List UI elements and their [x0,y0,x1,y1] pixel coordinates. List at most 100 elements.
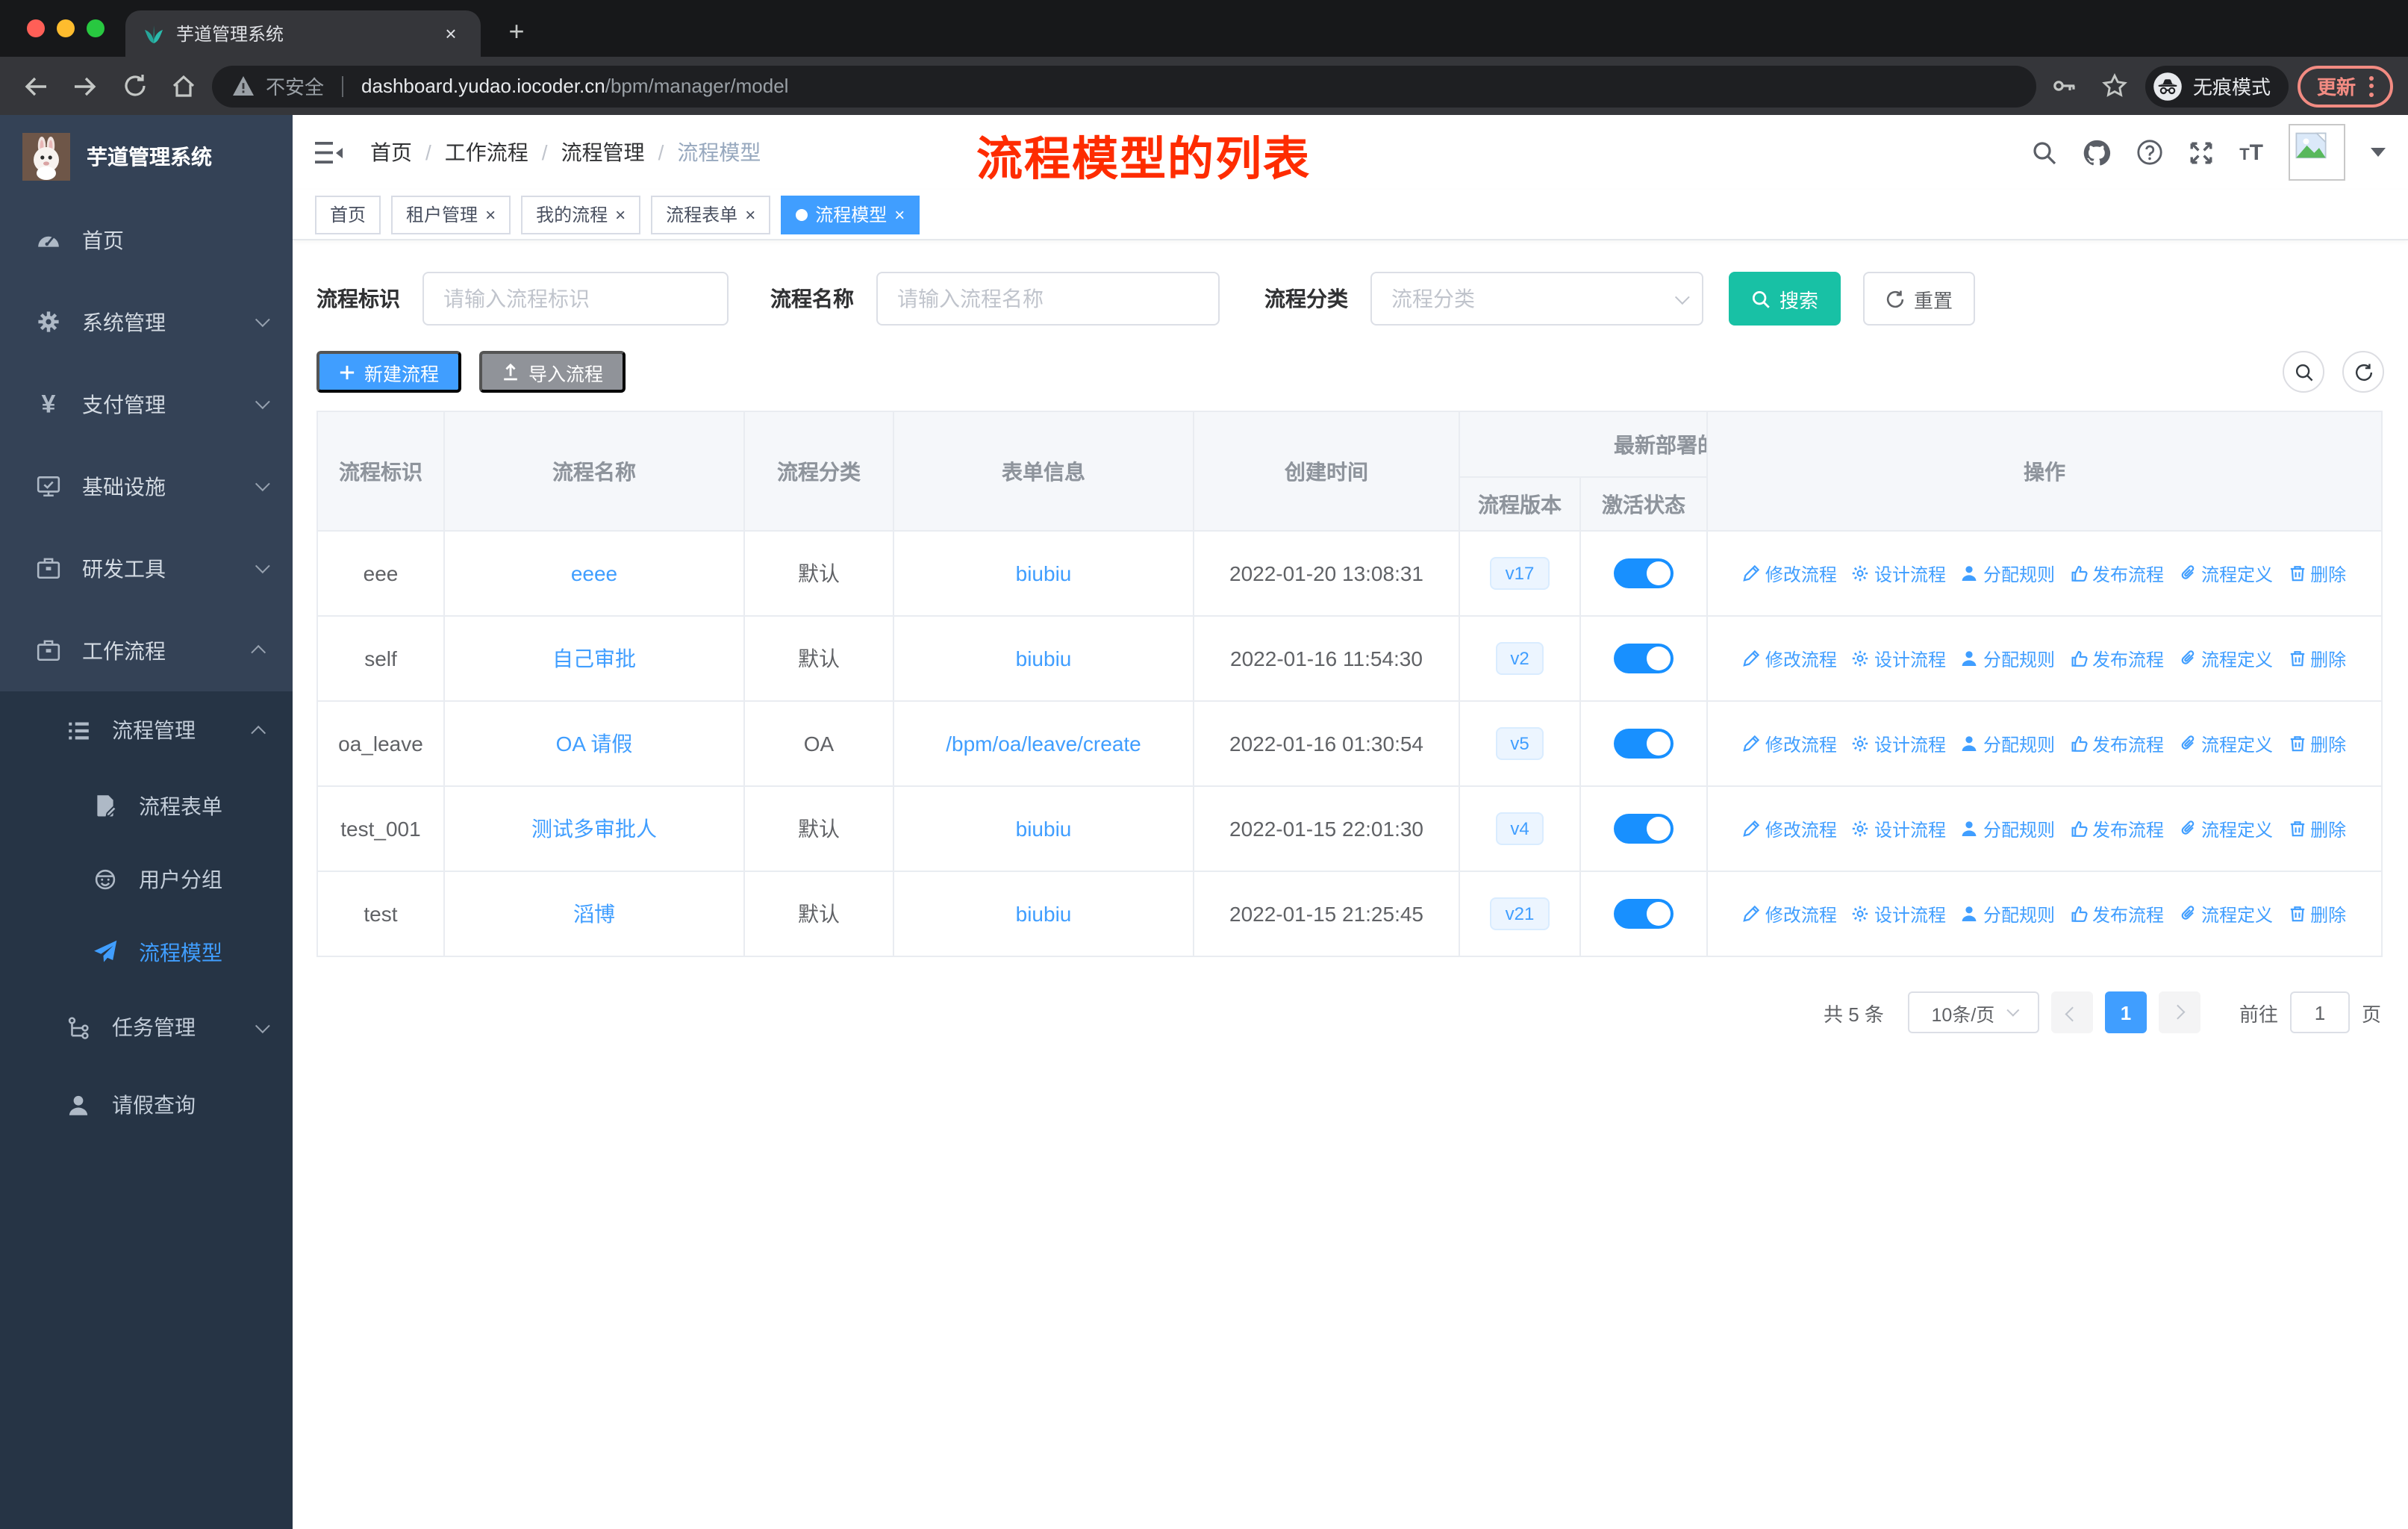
browser-menu-icon[interactable] [2369,75,2374,96]
back-icon[interactable] [15,65,57,107]
breadcrumb-item[interactable]: 首页 [370,137,412,167]
row-action-link[interactable]: 修改流程 [1743,646,1837,671]
row-action-link[interactable]: 删除 [2288,646,2346,671]
table-search-toggle-icon[interactable] [2283,351,2324,393]
tag-view[interactable]: 流程表单 [651,195,771,234]
sidebar-subitem[interactable]: 流程模型 [0,915,293,988]
form-link[interactable]: biubiu [1016,902,1072,926]
bookmark-star-icon[interactable] [2094,65,2136,107]
form-link[interactable]: /bpm/oa/leave/create [946,732,1141,756]
font-size-icon[interactable]: TT [2239,140,2263,165]
row-action-link[interactable]: 流程定义 [2179,646,2273,671]
new-tab-button[interactable] [496,10,537,52]
row-action-link[interactable]: 设计流程 [1852,901,1946,927]
sidebar-collapse-icon[interactable] [315,140,345,165]
browser-tab[interactable]: 芋道管理系统 [125,10,481,57]
url-text[interactable]: dashboard.yudao.iocoder.cn/bpm/manager/m… [361,75,788,97]
form-link[interactable]: biubiu [1016,817,1072,841]
page-size-select[interactable]: 10条/页 [1907,991,2039,1033]
row-action-link[interactable]: 设计流程 [1852,646,1946,671]
active-toggle[interactable] [1614,558,1674,588]
row-action-link[interactable]: 流程定义 [2179,816,2273,841]
reload-icon[interactable] [113,65,155,107]
version-badge[interactable]: v5 [1495,726,1544,761]
model-name-link[interactable]: 测试多审批人 [531,817,657,841]
sidebar-item[interactable]: ¥ 支付管理 [0,363,293,445]
row-action-link[interactable]: 发布流程 [2070,646,2164,671]
form-link[interactable]: biubiu [1016,647,1072,670]
goto-page-input[interactable] [2289,991,2350,1033]
create-model-button[interactable]: 新建流程 [316,351,462,393]
security-warning-icon[interactable] [233,76,254,96]
form-link[interactable]: biubiu [1016,561,1072,585]
filter-id-input[interactable] [422,272,729,326]
sidebar-subitem[interactable]: 流程管理 [0,691,293,769]
import-model-button[interactable]: 导入流程 [479,351,626,393]
sidebar-item[interactable]: 基础设施 [0,445,293,527]
version-badge[interactable]: v2 [1495,641,1544,676]
next-page-button[interactable] [2158,991,2200,1033]
search-icon[interactable] [2032,140,2057,165]
active-toggle[interactable] [1614,899,1674,929]
avatar-caret-icon[interactable] [2371,148,2386,157]
current-page-button[interactable]: 1 [2104,991,2147,1033]
version-badge[interactable]: v17 [1490,556,1550,591]
row-action-link[interactable]: 设计流程 [1852,561,1946,586]
search-button[interactable]: 搜索 [1729,272,1841,326]
tab-close-icon[interactable] [439,22,463,46]
sidebar-subitem[interactable]: 用户分组 [0,842,293,915]
active-toggle[interactable] [1614,814,1674,844]
breadcrumb-item[interactable]: 流程模型 [645,137,761,167]
filter-name-input[interactable] [876,272,1220,326]
sidebar-item[interactable]: 首页 [0,199,293,281]
home-icon[interactable] [163,65,205,107]
tag-close-icon[interactable] [485,205,496,223]
filter-category-select[interactable]: 流程分类 [1370,272,1703,326]
row-action-link[interactable]: 分配规则 [1961,646,2055,671]
tag-close-icon[interactable] [615,205,626,223]
window-close-button[interactable] [27,19,45,37]
prev-page-button[interactable] [2050,991,2093,1033]
row-action-link[interactable]: 分配规则 [1961,731,2055,756]
version-badge[interactable]: v4 [1495,812,1544,846]
row-action-link[interactable]: 流程定义 [2179,561,2273,586]
row-action-link[interactable]: 发布流程 [2070,731,2164,756]
row-action-link[interactable]: 设计流程 [1852,816,1946,841]
reset-button[interactable]: 重置 [1863,272,1976,326]
tag-close-icon[interactable] [745,205,755,223]
row-action-link[interactable]: 分配规则 [1961,561,2055,586]
model-name-link[interactable]: 自己审批 [552,647,636,670]
breadcrumb-item[interactable]: 流程管理 [528,137,645,167]
row-action-link[interactable]: 流程定义 [2179,731,2273,756]
help-icon[interactable] [2136,139,2163,166]
model-name-link[interactable]: 滔博 [573,902,615,926]
row-action-link[interactable]: 修改流程 [1743,901,1837,927]
forward-icon[interactable] [64,65,106,107]
sidebar-item[interactable]: 工作流程 [0,609,293,691]
row-action-link[interactable]: 删除 [2288,731,2346,756]
table-refresh-icon[interactable] [2342,351,2384,393]
row-action-link[interactable]: 发布流程 [2070,816,2164,841]
active-toggle[interactable] [1614,729,1674,759]
window-zoom-button[interactable] [87,19,105,37]
sidebar-subitem[interactable]: 流程表单 [0,769,293,842]
tag-close-icon[interactable] [894,205,905,223]
sidebar-item[interactable]: 系统管理 [0,281,293,363]
sidebar-subitem[interactable]: 请假查询 [0,1066,293,1144]
sidebar-subitem[interactable]: 任务管理 [0,988,293,1066]
tag-view[interactable]: 租户管理 [391,195,511,234]
tag-view[interactable]: 我的流程 [521,195,641,234]
version-badge[interactable]: v21 [1490,897,1550,931]
tag-view[interactable]: 流程模型 [781,195,920,234]
avatar[interactable] [2289,124,2345,181]
model-name-link[interactable]: eeee [571,561,617,585]
row-action-link[interactable]: 设计流程 [1852,731,1946,756]
active-toggle[interactable] [1614,644,1674,673]
row-action-link[interactable]: 删除 [2288,561,2346,586]
row-action-link[interactable]: 分配规则 [1961,816,2055,841]
password-key-icon[interactable] [2044,65,2086,107]
row-action-link[interactable]: 发布流程 [2070,901,2164,927]
tag-view[interactable]: 首页 [315,195,381,234]
row-action-link[interactable]: 修改流程 [1743,731,1837,756]
row-action-link[interactable]: 修改流程 [1743,561,1837,586]
